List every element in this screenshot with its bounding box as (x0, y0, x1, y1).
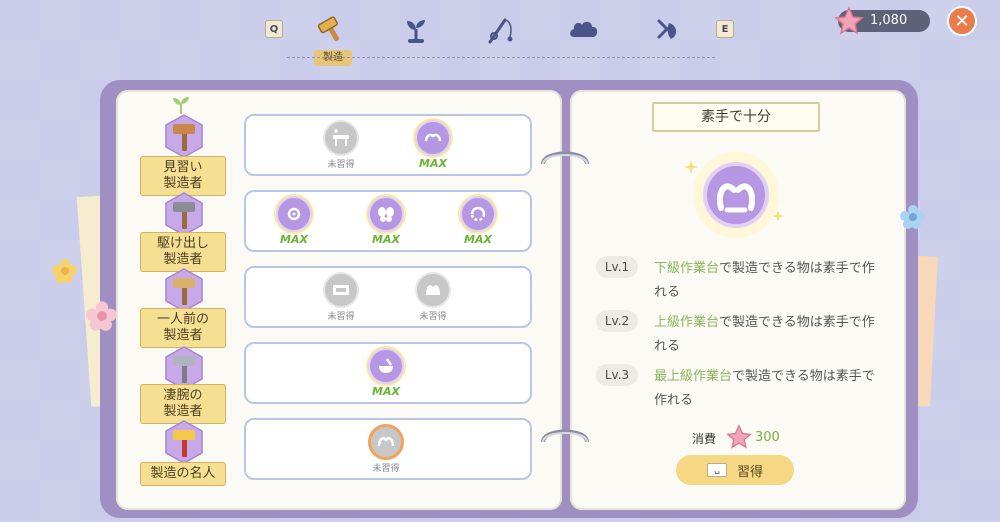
fishing-rod-icon (488, 18, 513, 44)
key-hint-q: Q (265, 20, 283, 38)
skill-node[interactable]: MAX (364, 196, 408, 252)
level-description: 上級作業台で製造できる物は素手で作れる (654, 311, 880, 359)
skill-node[interactable]: 未習得 (411, 272, 455, 328)
sparkle-icon (684, 160, 698, 174)
skill-node[interactable]: MAX (364, 348, 408, 404)
tab-fishing[interactable] (482, 12, 518, 48)
top-nav: Q E 製造 1,080 ✕ (0, 0, 1000, 70)
learn-button[interactable]: ␣ 習得 (676, 455, 794, 485)
skill-detail-icon-frame (693, 152, 779, 238)
skill-node[interactable]: 未習得 (319, 120, 363, 176)
rank-label: 見習い 製造者 (140, 156, 226, 196)
gold-hammer-icon (165, 268, 203, 312)
active-tab-label: 製造 (314, 50, 352, 66)
close-icon: ✕ (954, 10, 970, 32)
cost-label: 消費 (692, 432, 717, 446)
level-highlight: 最上級作業台 (654, 369, 733, 384)
copper-hammer-icon (165, 114, 203, 158)
binder-ring-top (541, 151, 589, 165)
skill-status: 未習得 (327, 160, 355, 170)
tab-farming[interactable] (398, 12, 434, 48)
key-hint-e: E (716, 20, 734, 38)
sparkle-icon (772, 210, 784, 222)
skill-muscle-icon (415, 272, 451, 308)
skill-butterfly-icon (368, 196, 404, 232)
skill-status: MAX (372, 233, 400, 246)
skill-node[interactable]: MAX (411, 120, 455, 176)
level-description: 最上級作業台で製造できる物は素手で作れる (654, 365, 880, 413)
flower-icon (86, 301, 117, 331)
skill-status: MAX (280, 233, 308, 246)
level-highlight: 下級作業台 (654, 261, 720, 276)
skill-status: 未習得 (372, 464, 400, 474)
skill-gear-icon (276, 196, 312, 232)
flower-icon (900, 205, 925, 229)
skill-node[interactable]: MAX (456, 196, 500, 252)
level-badge: Lv.1 (596, 256, 638, 278)
sprout-icon (407, 20, 425, 43)
skill-status: MAX (372, 385, 400, 398)
skill-bare-hands-icon (368, 424, 404, 460)
skill-row-5: 未習得 (244, 418, 532, 480)
level-description: 下級作業台で製造できる物は素手で作れる (654, 257, 880, 305)
tab-fish[interactable] (650, 12, 686, 48)
star-icon (834, 6, 864, 35)
iron-hammer-icon (165, 192, 203, 236)
rank-label: 一人前の 製造者 (140, 308, 226, 348)
skill-status: 未習得 (419, 312, 447, 322)
skill-node[interactable]: MAX (272, 196, 316, 252)
close-button[interactable]: ✕ (947, 6, 977, 36)
currency-value: 1,080 (870, 13, 908, 28)
level-badge: Lv.2 (596, 310, 638, 332)
rank-label: 凄腕の 製造者 (140, 384, 226, 424)
tab-cloud[interactable] (566, 12, 602, 48)
sprout-deco-icon (173, 97, 189, 114)
skill-bowl-icon (368, 348, 404, 384)
skill-status: 未習得 (327, 312, 355, 322)
cloud-icon (570, 21, 598, 37)
currency-display: 1,080 (834, 6, 930, 35)
skill-status: MAX (464, 233, 492, 246)
skill-status: MAX (419, 157, 447, 170)
skill-row-3: 未習得 未習得 (244, 266, 532, 328)
skill-ticket-icon (323, 272, 359, 308)
skill-bench-icon (323, 120, 359, 156)
skill-title: 素手で十分 (652, 102, 820, 132)
flower-icon (52, 259, 77, 283)
learn-button-label: 習得 (736, 464, 763, 480)
level-highlight: 上級作業台 (654, 315, 720, 330)
cost-value: 300 (755, 430, 780, 445)
skill-row-4: MAX (244, 342, 532, 404)
fish-icon (657, 19, 677, 39)
skill-row-1: 未習得 MAX (244, 114, 532, 176)
tab-crafting[interactable] (314, 12, 350, 48)
golden-hammer-icon (165, 420, 203, 464)
rank-label: 製造の名人 (140, 462, 226, 486)
binder-ring-bottom (541, 429, 589, 443)
star-icon (726, 424, 752, 449)
skill-row-2: MAX MAX MAX (244, 190, 532, 252)
level-badge: Lv.3 (596, 364, 638, 386)
space-key-hint: ␣ (706, 463, 727, 477)
skill-hands-icon (415, 120, 451, 156)
skill-recycle-icon (460, 196, 496, 232)
hammer-icon (317, 16, 339, 42)
skill-node[interactable]: 未習得 (364, 424, 408, 480)
nav-divider (287, 57, 715, 58)
bare-hands-icon (703, 162, 769, 228)
rank-label: 駆け出し 製造者 (140, 232, 226, 272)
skill-node[interactable]: 未習得 (319, 272, 363, 328)
